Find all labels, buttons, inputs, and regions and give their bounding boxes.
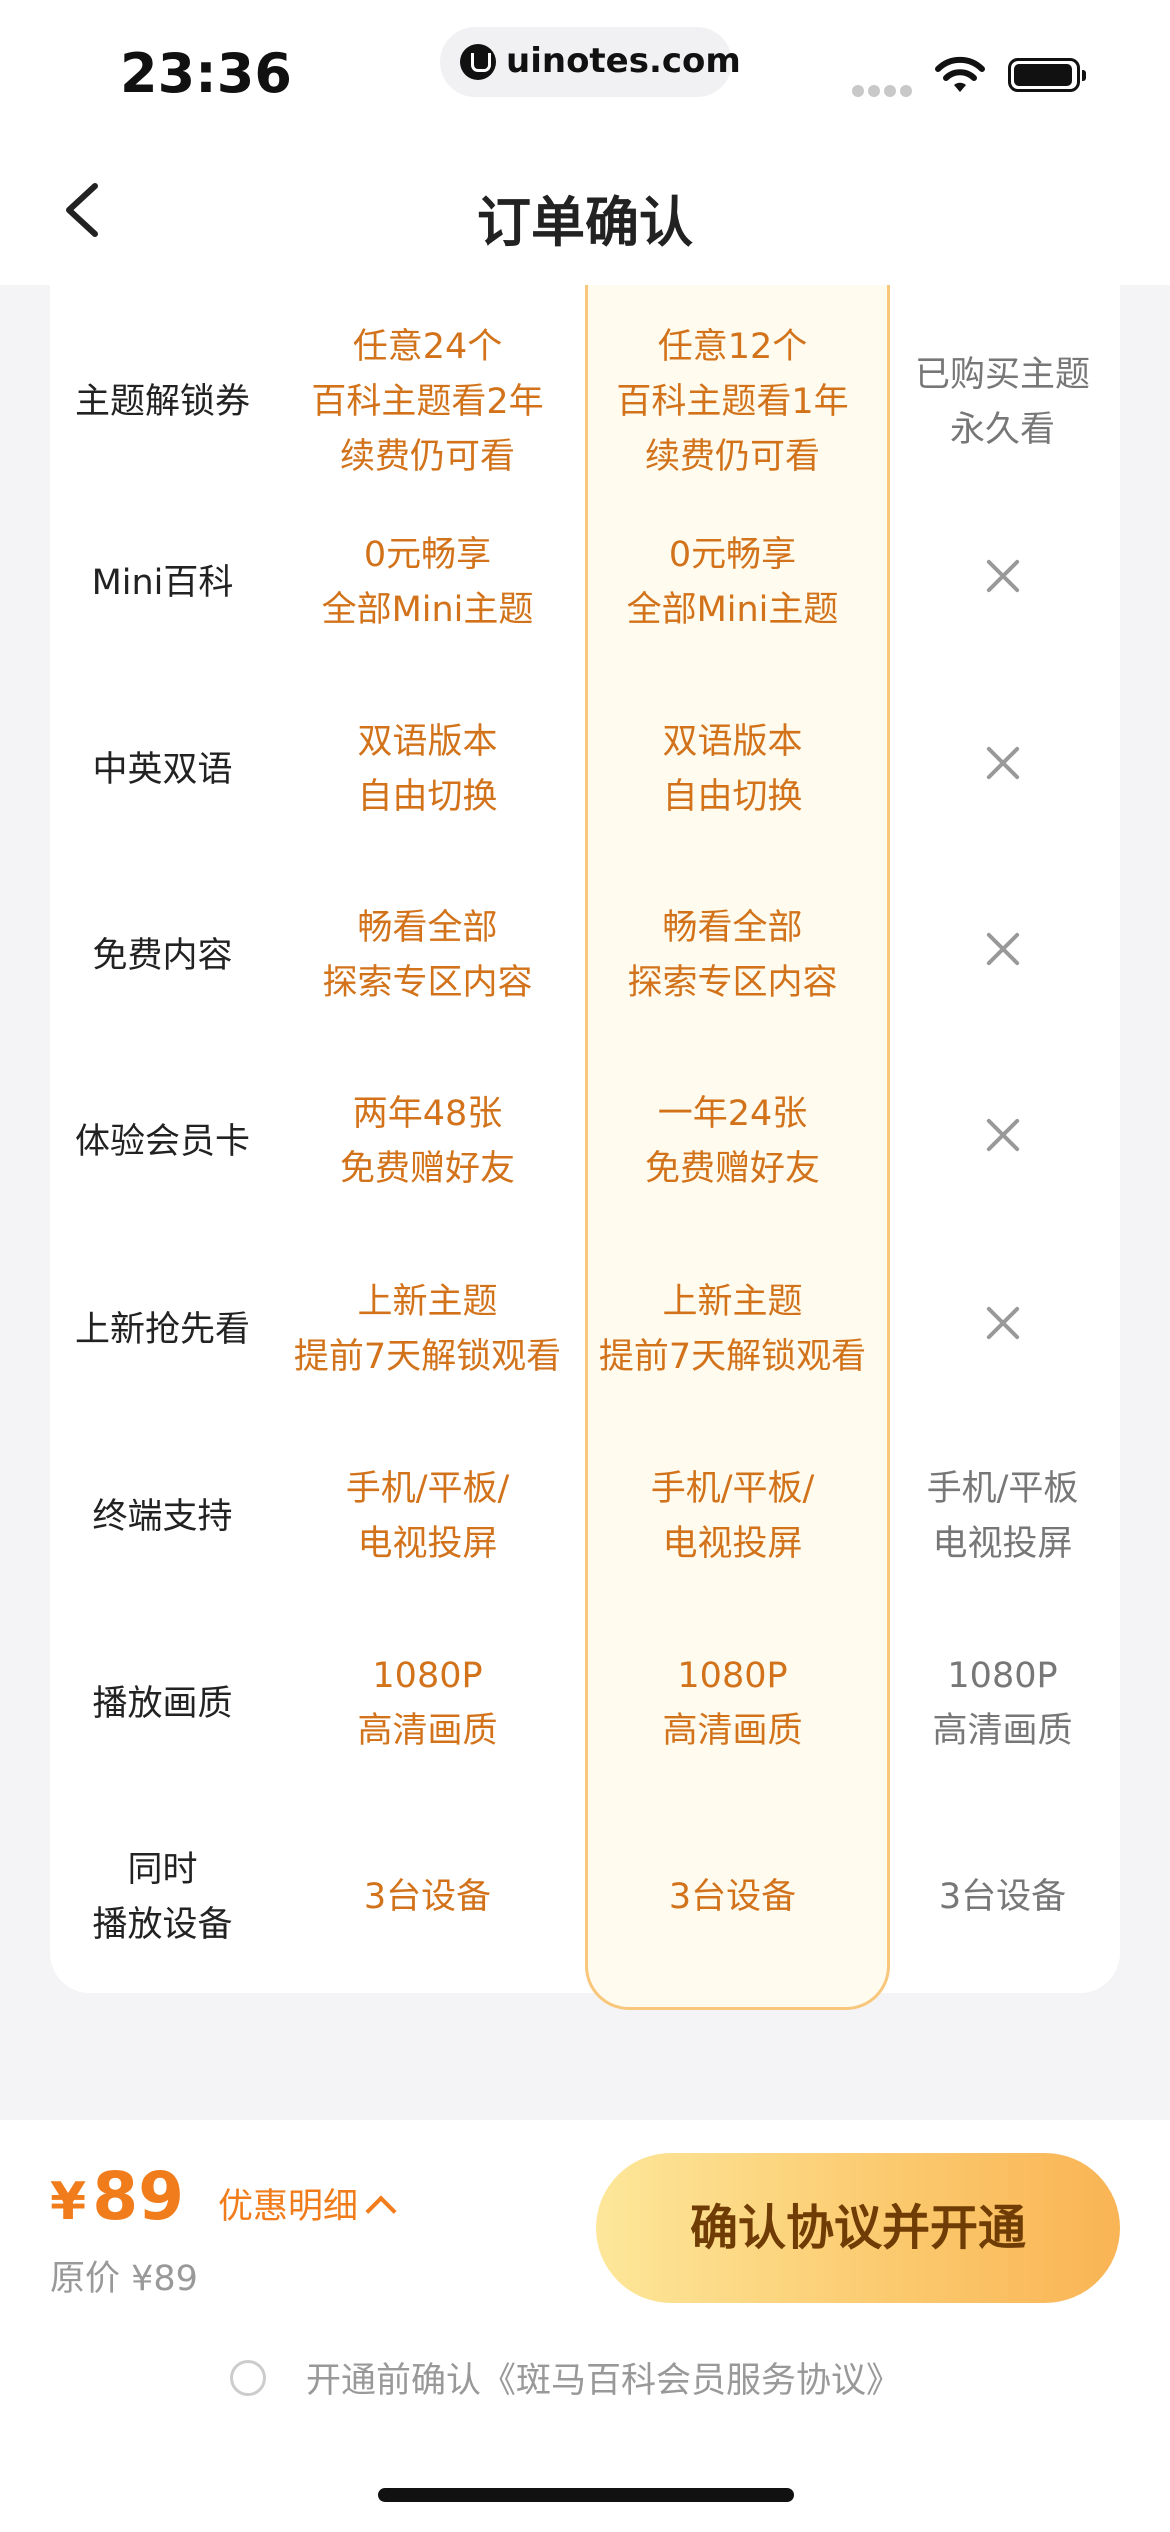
plan-basic-cell: 3台设备 bbox=[938, 1877, 1067, 1917]
original-price: 原价 ¥89 bbox=[50, 2259, 198, 2299]
plan-2yr-cell: 任意24个 百科主题看2年 续费仍可看 bbox=[311, 327, 544, 477]
plan-2yr-cell: 手机/平板/ 电视投屏 bbox=[345, 1469, 510, 1564]
plan-1yr-cell: 任意12个 百科主题看1年 续费仍可看 bbox=[616, 327, 849, 477]
battery-icon bbox=[1008, 58, 1086, 92]
plan-1yr-cell: 畅看全部 探索专区内容 bbox=[627, 908, 838, 1003]
discount-detail-toggle[interactable]: 优惠明细 bbox=[218, 2178, 397, 2229]
plan-basic-cell bbox=[885, 929, 1120, 984]
plan-1yr-cell: 0元畅享 全部Mini主题 bbox=[626, 535, 839, 630]
site-logo-icon bbox=[460, 44, 496, 80]
plan-basic-cell bbox=[885, 743, 1120, 798]
plan-1yr-cell: 双语版本 自由切换 bbox=[662, 722, 803, 817]
row-label: 终端支持 bbox=[92, 1496, 233, 1537]
row-label: 中英双语 bbox=[92, 749, 233, 790]
row-label: 免费内容 bbox=[92, 935, 233, 976]
row-label: 上新抢先看 bbox=[74, 1309, 250, 1350]
cross-icon bbox=[985, 1305, 1021, 1341]
plan-2yr-cell: 上新主题 提前7天解锁观看 bbox=[293, 1282, 562, 1377]
plan-1yr-cell: 手机/平板/ 电视投屏 bbox=[650, 1469, 815, 1564]
plan-basic-cell bbox=[885, 1303, 1120, 1358]
agreement-row[interactable]: 开通前确认《斑马百科会员服务协议》 bbox=[230, 2352, 901, 2403]
cross-icon bbox=[985, 931, 1021, 967]
discount-detail-label: 优惠明细 bbox=[218, 2187, 359, 2227]
plan-1yr-cell: 3台设备 bbox=[668, 1877, 797, 1917]
table-row: Mini百科 0元畅享 全部Mini主题 0元畅享 全部Mini主题 bbox=[50, 493, 1120, 673]
table-row: 体验会员卡 两年48张 免费赠好友 一年24张 免费赠好友 bbox=[50, 1052, 1120, 1232]
plan-2yr-cell: 0元畅享 全部Mini主题 bbox=[321, 535, 534, 630]
row-label: Mini百科 bbox=[91, 562, 234, 603]
cross-icon bbox=[985, 745, 1021, 781]
plan-1yr-cell: 1080P 高清画质 bbox=[662, 1656, 803, 1751]
table-row: 同时 播放设备 3台设备 3台设备 3台设备 bbox=[50, 1800, 1120, 1995]
home-indicator bbox=[378, 2488, 794, 2502]
cross-icon bbox=[985, 558, 1021, 594]
table-row: 主题解锁券 任意24个 百科主题看2年 续费仍可看 任意12个 百科主题看1年 续费… bbox=[50, 285, 1120, 520]
wifi-icon bbox=[935, 56, 985, 92]
checkout-footer: ¥89 优惠明细 原价 ¥89 确认协议并开通 开通前确认《斑马百科会员服务协议… bbox=[0, 2120, 1170, 2532]
plan-2yr-cell: 双语版本 自由切换 bbox=[357, 722, 498, 817]
table-row: 中英双语 双语版本 自由切换 双语版本 自由切换 bbox=[50, 680, 1120, 860]
plan-basic-cell: 已购买主题 永久看 bbox=[914, 354, 1090, 450]
chevron-up-icon bbox=[365, 2195, 397, 2227]
plan-basic-cell: 手机/平板 电视投屏 bbox=[926, 1469, 1079, 1564]
page-title: 订单确认 bbox=[477, 191, 693, 254]
price-value: 89 bbox=[92, 2158, 185, 2235]
url-text: uinotes.com bbox=[506, 41, 741, 81]
nav-bar: 订单确认 bbox=[0, 140, 1170, 285]
price: ¥89 bbox=[50, 2158, 184, 2235]
plan-2yr-cell: 畅看全部 探索专区内容 bbox=[322, 908, 533, 1003]
row-label: 体验会员卡 bbox=[74, 1121, 250, 1162]
row-label: 主题解锁券 bbox=[74, 382, 250, 422]
status-bar: 23:36 uinotes.com bbox=[0, 0, 1170, 140]
plan-basic-cell bbox=[885, 556, 1120, 611]
plan-basic-cell: 1080P 高清画质 bbox=[932, 1656, 1073, 1751]
agreement-text[interactable]: 开通前确认《斑马百科会员服务协议》 bbox=[306, 2352, 901, 2403]
plan-1yr-cell: 上新主题 提前7天解锁观看 bbox=[598, 1282, 867, 1377]
row-label: 同时 播放设备 bbox=[92, 1849, 233, 1945]
currency-symbol: ¥ bbox=[50, 2172, 87, 2232]
plan-2yr-cell: 1080P 高清画质 bbox=[357, 1656, 498, 1751]
table-row: 播放画质 1080P 高清画质 1080P 高清画质 1080P 高清画质 bbox=[50, 1614, 1120, 1794]
url-pill[interactable]: uinotes.com bbox=[440, 27, 741, 97]
agreement-checkbox[interactable] bbox=[230, 2359, 266, 2396]
cross-icon bbox=[985, 1117, 1021, 1153]
plan-2yr-cell: 两年48张 免费赠好友 bbox=[339, 1094, 515, 1189]
plan-basic-cell bbox=[885, 1115, 1120, 1170]
status-time: 23:36 bbox=[120, 42, 292, 105]
row-label: 播放画质 bbox=[92, 1683, 233, 1724]
table-row: 上新抢先看 上新主题 提前7天解锁观看 上新主题 提前7天解锁观看 bbox=[50, 1240, 1120, 1420]
plan-1yr-cell: 一年24张 免费赠好友 bbox=[644, 1094, 820, 1189]
cellular-signal-icon bbox=[852, 82, 916, 101]
table-row: 终端支持 手机/平板/ 电视投屏 手机/平板/ 电视投屏 手机/平板 电视投屏 bbox=[50, 1427, 1120, 1607]
plan-2yr-cell: 3台设备 bbox=[363, 1877, 492, 1917]
table-row: 免费内容 畅看全部 探索专区内容 畅看全部 探索专区内容 bbox=[50, 866, 1120, 1046]
confirm-and-subscribe-button[interactable]: 确认协议并开通 bbox=[596, 2153, 1120, 2303]
